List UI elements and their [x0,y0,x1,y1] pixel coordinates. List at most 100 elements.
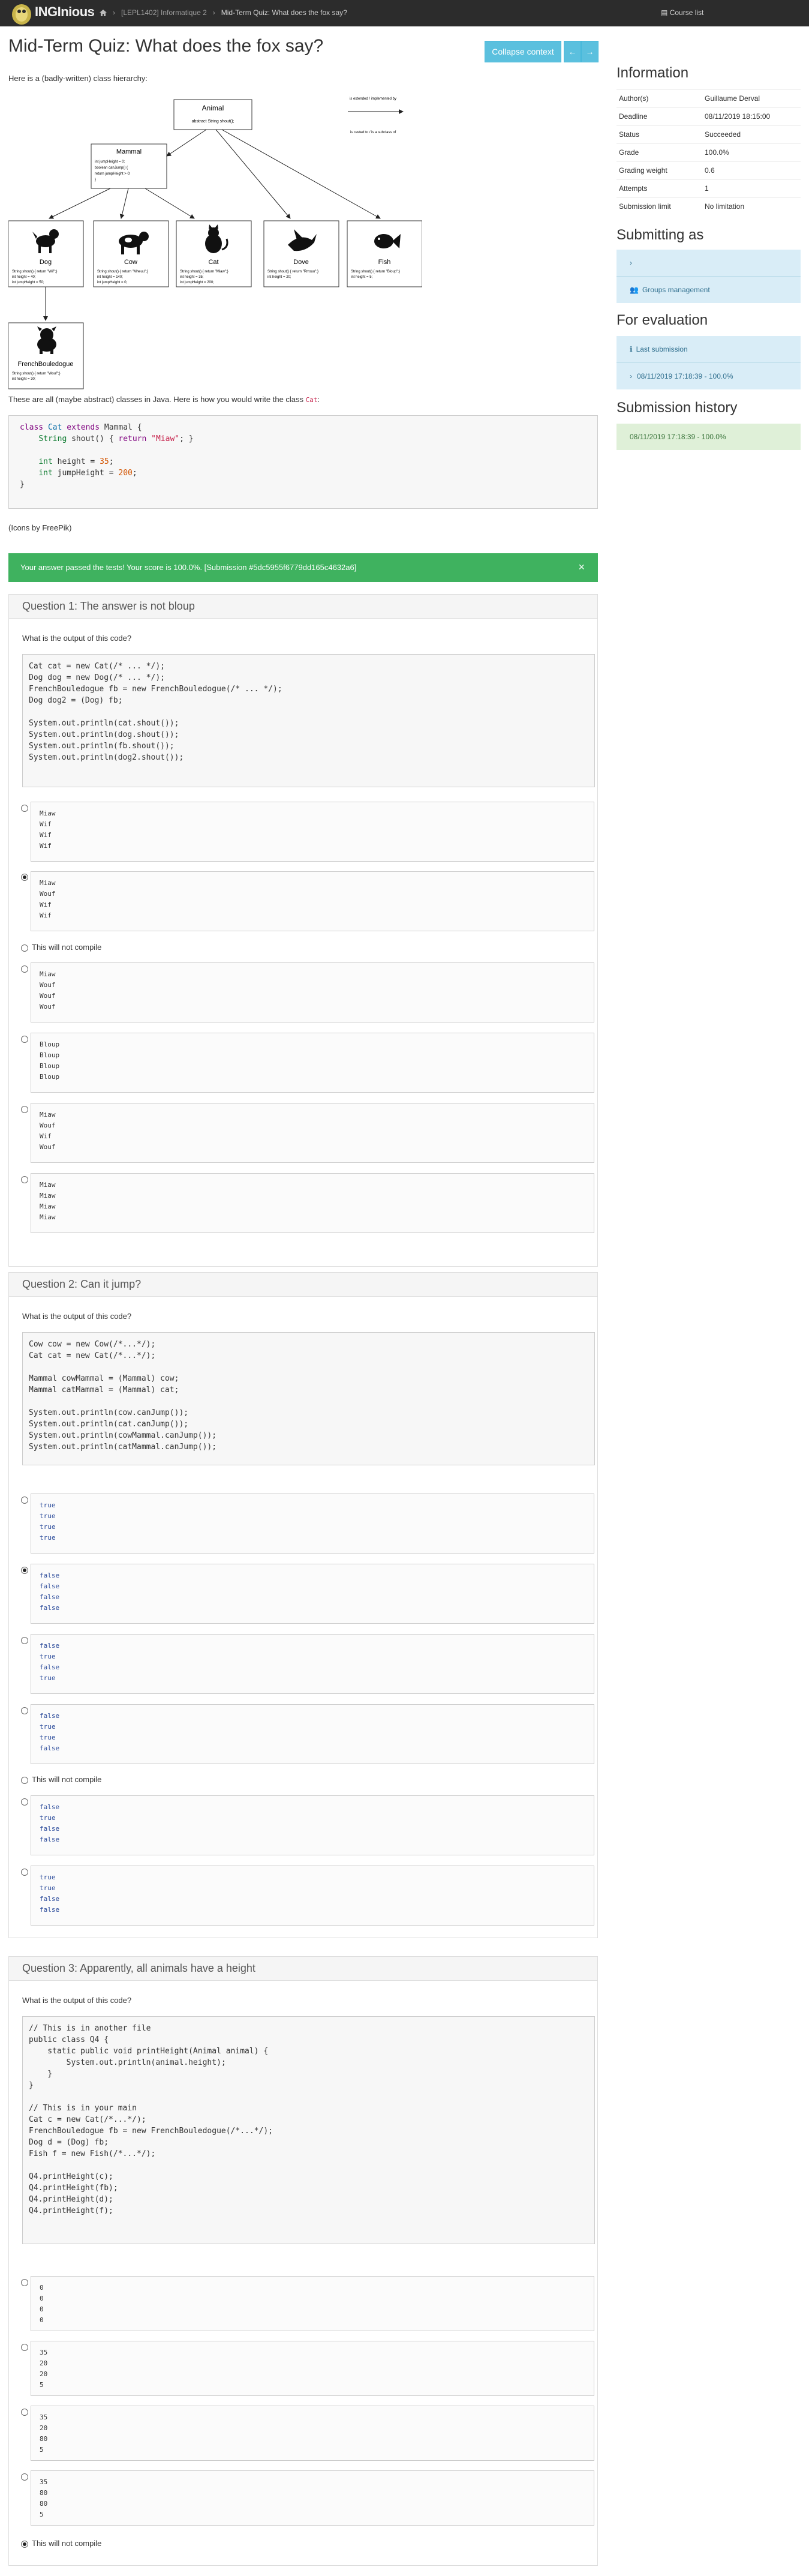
q1-option-5-radio[interactable] [21,1036,28,1043]
cat-code-block: class Cat extends Mammal { String shout(… [8,415,598,509]
groups-management-link[interactable]: 👥 Groups management [616,277,801,303]
question-2-panel: Question 2: Can it jump? What is the out… [8,1272,598,1938]
svg-text:int jumpHeight = 200;: int jumpHeight = 200; [180,281,214,284]
q2-option-5[interactable]: This will not compile [32,1775,101,1784]
submitting-as-selector[interactable]: › [616,250,801,276]
evaluation-submission-item[interactable]: › 08/11/2019 17:18:39 - 100.0% [616,363,801,389]
class-hierarchy-diagram: Animal abstract String shout(); is exten… [8,97,422,389]
home-icon[interactable] [100,9,107,16]
close-icon[interactable]: × [578,561,585,574]
q2-option-1-radio[interactable] [21,1497,28,1504]
animal-body: abstract String shout(); [192,119,234,124]
submission-history-item[interactable]: 08/11/2019 17:18:39 - 100.0% [616,424,801,450]
info-row: Grading weight 0.6 [616,161,801,179]
information-table: Author(s) Guillaume Derval Deadline 08/11/… [616,89,801,215]
next-arrow-icon[interactable]: → [581,41,599,62]
svg-text:FrenchBouledogue: FrenchBouledogue [18,361,74,368]
svg-text:boolean canJump() {: boolean canJump() { [95,166,128,170]
intro-text: Here is a (badly-written) class hierarch… [8,74,148,83]
q1-option-2[interactable]: Miaw Wouf Wif Wif [31,871,594,931]
q2-option-1[interactable]: true true true true [31,1494,594,1554]
cat-inline-code: Cat [305,396,318,404]
q1-option-6[interactable]: Miaw Wouf Wif Wouf [31,1103,594,1163]
success-alert: Your answer passed the tests! Your score… [8,553,598,582]
svg-text:Cat: Cat [208,259,218,266]
top-navbar: INGInious › › [LEPL1402] Informatique 2 … [0,0,809,26]
q2-option-7[interactable]: true true false false [31,1866,594,1926]
q2-option-6[interactable]: false true false false [31,1795,594,1855]
question-2-title: Question 2: Can it jump? [9,1273,597,1297]
q1-option-3-radio[interactable] [21,944,28,952]
q3-option-3-radio[interactable] [21,2409,28,2416]
information-heading: Information [616,65,689,81]
info-row: Author(s) Guillaume Derval [616,89,801,107]
q3-option-4-radio[interactable] [21,2473,28,2481]
q2-option-3[interactable]: false true false true [31,1634,594,1694]
legend-casted: is casted to / is a subclass of [350,131,396,134]
q3-option-4[interactable]: 35 80 80 5 [31,2470,594,2526]
q2-option-5-radio[interactable] [21,1777,28,1784]
legend-extended: is extended / implemented by [350,97,396,101]
submission-history-heading: Submission history [616,400,738,416]
inginious-logo[interactable] [11,1,32,25]
q1-option-7-radio[interactable] [21,1176,28,1183]
svg-text:int height = 40;: int height = 40; [12,275,36,279]
q3-option-1-radio[interactable] [21,2279,28,2286]
question-1-title: Question 1: The answer is not bloup [9,595,597,619]
q1-option-5[interactable]: Bloup Bloup Bloup Bloup [31,1033,594,1093]
q2-option-4[interactable]: false true true false [31,1704,594,1764]
q1-option-7[interactable]: Miaw Miaw Miaw Miaw [31,1173,594,1233]
previous-arrow-icon[interactable]: ← [564,41,581,62]
q2-option-6-radio[interactable] [21,1798,28,1806]
submitting-as-heading: Submitting as [616,227,704,243]
question-2-code: Cow cow = new Cow(/*...*/); Cat cat = ne… [22,1332,595,1465]
svg-text:int height = 140;: int height = 140; [97,275,123,279]
q1-option-4[interactable]: Miaw Wouf Wouf Wouf [31,962,594,1022]
q3-option-3[interactable]: 35 20 80 5 [31,2406,594,2461]
q3-option-5[interactable]: This will not compile [32,2539,101,2548]
q3-option-2[interactable]: 35 20 20 5 [31,2341,594,2396]
svg-text:String shout() { return "Mheuu: String shout() { return "Mheuu";} [97,270,148,274]
q1-option-6-radio[interactable] [21,1106,28,1113]
q1-option-4-radio[interactable] [21,965,28,973]
svg-text:int height = 35;: int height = 35; [180,275,204,279]
class-caption: These are all (maybe abstract) classes i… [8,395,320,404]
collapse-context-button[interactable]: Collapse context [485,41,561,62]
course-list-link[interactable]: ▤ Course list [661,8,703,17]
info-row: Attempts 1 [616,179,801,197]
animal-title: Animal [202,104,224,112]
svg-text:String shout() { return "Bloup: String shout() { return "Bloup";} [351,270,400,274]
info-row: Submission limit No limitation [616,197,801,215]
q2-option-2-radio[interactable] [21,1567,28,1574]
icon-credit: (Icons by FreePik) [8,523,72,532]
breadcrumb-task: Mid-Term Quiz: What does the fox say? [221,8,347,17]
svg-text:int height = 20;: int height = 20; [267,275,291,279]
svg-text:Dove: Dove [293,259,309,266]
svg-text:Dog: Dog [40,259,52,266]
q3-option-2-radio[interactable] [21,2344,28,2351]
q1-option-1[interactable]: Miaw Wif Wif Wif [31,802,594,862]
breadcrumb: › › [LEPL1402] Informatique 2 › Mid-Term… [91,8,347,17]
q1-option-2-radio[interactable] [21,874,28,881]
q3-option-1[interactable]: 0 0 0 0 [31,2276,594,2331]
svg-text:Fish: Fish [378,259,391,266]
svg-text:String shout() { return "Wouf": String shout() { return "Wouf";} [12,372,61,376]
q2-option-7-radio[interactable] [21,1869,28,1876]
q2-option-2[interactable]: false false false false [31,1564,594,1624]
breadcrumb-course[interactable]: [LEPL1402] Informatique 2 [121,8,207,17]
brand-name[interactable]: INGInious [35,4,95,20]
svg-text:}: } [95,178,96,182]
q2-option-4-radio[interactable] [21,1707,28,1714]
page-title: Mid-Term Quiz: What does the fox say? [8,36,324,56]
course-list-label: Course list [669,8,704,17]
last-submission-item[interactable]: ℹ Last submission [616,336,801,362]
list-icon: ▤ [661,8,668,17]
info-row: Status Succeeded [616,125,801,143]
q2-option-3-radio[interactable] [21,1637,28,1644]
info-icon: ℹ [630,345,633,353]
q1-option-1-radio[interactable] [21,805,28,812]
q1-option-3[interactable]: This will not compile [32,943,101,952]
q3-option-5-radio[interactable] [21,2541,28,2548]
question-2-label: What is the output of this code? [22,1312,132,1321]
chevron-right-icon: › [212,8,215,17]
